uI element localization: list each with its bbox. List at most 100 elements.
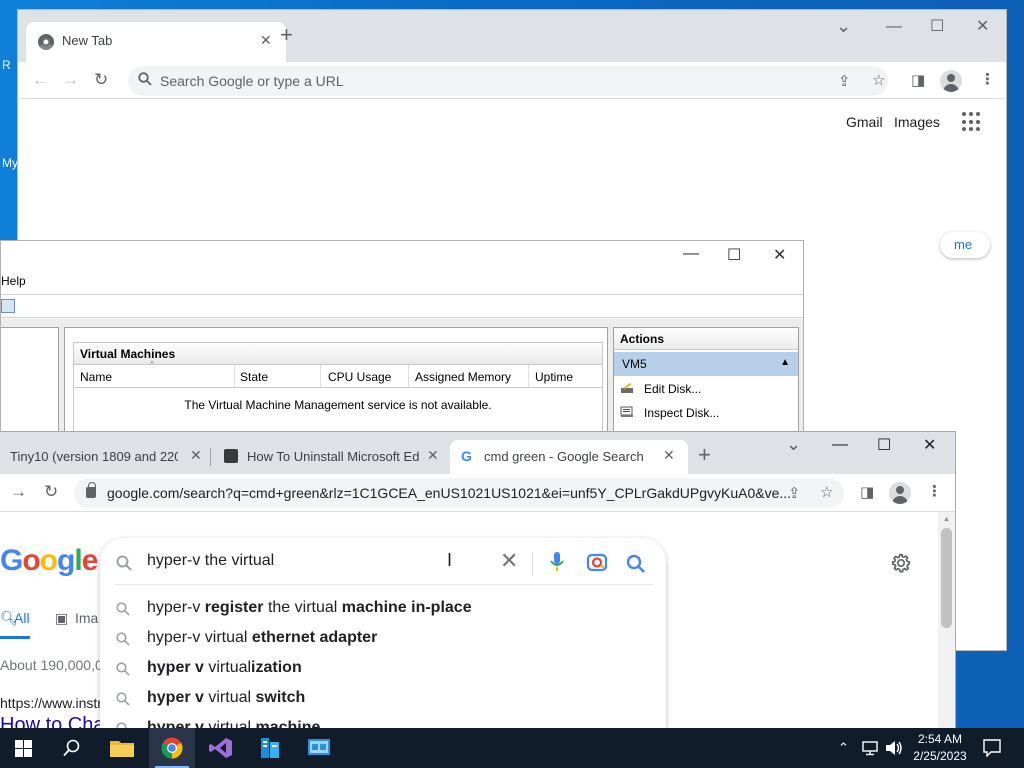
desktop-icon-label[interactable]: My [2, 156, 18, 170]
column-divider[interactable] [234, 365, 235, 387]
url-text: google.com/search?q=cmd+green&rlz=1C1GCE… [107, 485, 792, 501]
gmail-link[interactable]: Gmail [846, 114, 883, 130]
close-button[interactable]: ✕ [976, 16, 989, 36]
more-menu-icon[interactable]: ⋮ [927, 482, 942, 500]
tab-uninstall-edge[interactable]: How To Uninstall Microsoft Edge ✕ [214, 440, 448, 474]
images-link[interactable]: Images [894, 114, 940, 130]
console-tree-icon[interactable] [1, 299, 15, 313]
hyperv-titlebar: — ☐ ✕ [1, 241, 803, 271]
tab-all[interactable]: All [14, 610, 30, 626]
maximize-button[interactable]: ☐ [877, 435, 891, 455]
forward-arrow-icon[interactable]: → [10, 482, 27, 502]
windows-logo-icon [15, 740, 32, 757]
back-arrow-icon[interactable]: ← [32, 70, 49, 90]
navigation-pane[interactable] [1, 327, 59, 442]
share-icon[interactable]: ⇪ [788, 484, 801, 502]
inspect-disk-icon [620, 406, 633, 417]
tab-close-icon[interactable]: ✕ [190, 447, 202, 464]
tab-search-icon[interactable]: ⌄ [836, 16, 851, 37]
new-tab-button[interactable]: + [280, 24, 293, 46]
profile-avatar-icon[interactable] [940, 70, 962, 92]
tab-images[interactable]: Ima [75, 610, 98, 626]
suggestion-item[interactable]: hyper v virtualization [100, 654, 666, 684]
menu-help[interactable]: Help [1, 274, 26, 288]
column-state[interactable]: State [240, 370, 268, 384]
search-button[interactable] [48, 728, 94, 768]
omnibox[interactable]: Search Google or type a URL [128, 66, 888, 96]
profile-avatar-icon[interactable] [889, 482, 911, 504]
column-divider[interactable] [528, 365, 529, 387]
voice-search-icon[interactable] [550, 551, 564, 573]
share-icon[interactable]: ⇪ [838, 72, 851, 90]
taskbar-file-explorer[interactable] [99, 728, 145, 768]
notifications-icon[interactable] [983, 739, 1001, 757]
taskbar-server-app[interactable] [247, 728, 293, 768]
start-button[interactable] [0, 728, 46, 768]
column-divider[interactable] [408, 365, 409, 387]
reload-icon[interactable]: ↻ [44, 482, 58, 502]
home-button[interactable]: me [940, 232, 990, 258]
actions-vm-group[interactable]: VM5 ▲ [614, 352, 798, 376]
action-inspect-disk[interactable]: Inspect Disk... [614, 402, 798, 424]
tab-search-icon[interactable]: ⌄ [786, 434, 801, 455]
side-panel-icon[interactable]: ◨ [860, 483, 874, 501]
taskbar-visual-studio[interactable] [198, 728, 244, 768]
search-input[interactable]: hyper-v the virtual [147, 552, 274, 570]
show-hidden-icons-icon[interactable]: ⌃ [838, 740, 849, 756]
suggestion-item[interactable]: hyper-v virtual ethernet adapter [100, 624, 666, 654]
close-button[interactable]: ✕ [773, 245, 786, 265]
suggestion-item[interactable]: hyper v virtual switch [100, 684, 666, 714]
close-button[interactable]: ✕ [923, 435, 936, 455]
action-edit-disk[interactable]: Edit Disk... [614, 378, 798, 400]
hyperv-toolbar [1, 294, 803, 318]
bookmark-star-icon[interactable]: ☆ [820, 483, 833, 501]
actions-header: Actions [614, 328, 798, 350]
reload-icon[interactable]: ↻ [94, 70, 108, 90]
new-tab-button[interactable]: + [698, 444, 711, 466]
scrollbar-thumb[interactable] [941, 528, 952, 628]
column-assigned-memory[interactable]: Assigned Memory [415, 370, 511, 384]
minimize-button[interactable]: — [683, 245, 699, 263]
collapse-triangle-icon[interactable]: ▲ [780, 357, 790, 368]
column-divider[interactable] [320, 365, 321, 387]
scroll-up-icon[interactable]: ▲ [943, 516, 950, 523]
lens-search-icon[interactable] [586, 552, 608, 572]
system-clock[interactable]: 2:54 AM 2/25/2023 [907, 731, 973, 765]
google-logo[interactable]: Google [0, 544, 98, 578]
lock-icon[interactable] [86, 482, 96, 498]
minimize-button[interactable]: — [886, 18, 902, 36]
google-apps-icon[interactable] [962, 112, 982, 132]
volume-icon[interactable] [885, 740, 903, 756]
tab-close-icon[interactable]: ✕ [427, 447, 439, 464]
taskbar-chrome[interactable] [149, 728, 195, 768]
column-name[interactable]: Name [80, 370, 112, 384]
search-box[interactable]: hyper-v the virtual I ✕ hyper-v register… [100, 538, 666, 736]
address-bar[interactable]: google.com/search?q=cmd+green&rlz=1C1GCE… [74, 478, 844, 508]
side-panel-icon[interactable]: ◨ [911, 71, 925, 89]
tab-new-tab[interactable]: New Tab ✕ [26, 22, 286, 62]
suggestion-item[interactable]: hyper-v register the virtual machine in-… [100, 594, 666, 624]
tab-close-icon[interactable]: ✕ [260, 32, 272, 49]
taskbar: ⌃ 2:54 AM 2/25/2023 [0, 728, 1024, 768]
taskbar-hyperv-manager[interactable] [296, 728, 342, 768]
forward-arrow-icon[interactable]: → [62, 70, 79, 90]
result-url[interactable]: https://www.instru [0, 695, 110, 711]
search-submit-icon[interactable] [626, 554, 646, 574]
network-icon[interactable] [862, 740, 880, 756]
text-cursor-icon: I [447, 550, 453, 570]
minimize-button[interactable]: — [832, 436, 848, 454]
clear-search-icon[interactable]: ✕ [500, 548, 518, 574]
column-uptime[interactable]: Uptime [535, 370, 573, 384]
maximize-button[interactable]: ☐ [727, 245, 741, 265]
maximize-button[interactable]: ☐ [930, 16, 944, 36]
more-menu-icon[interactable]: ⋮ [980, 70, 995, 88]
tab-tiny10[interactable]: Tiny10 (version 1809 and 2209) ✕ [0, 440, 210, 474]
desktop-icon-label[interactable]: R [2, 58, 11, 72]
settings-gear-icon[interactable] [890, 552, 912, 574]
search-results-page: Google 🔍︎ All ▣ Ima About 190,000,0 http… [0, 512, 955, 736]
bookmark-star-icon[interactable]: ☆ [872, 71, 885, 89]
page-scrollbar[interactable]: ▲ [938, 512, 955, 728]
tab-google-search[interactable]: G cmd green - Google Search ✕ [450, 440, 688, 474]
column-cpu-usage[interactable]: CPU Usage [328, 370, 391, 384]
tab-close-icon[interactable]: ✕ [663, 447, 675, 464]
